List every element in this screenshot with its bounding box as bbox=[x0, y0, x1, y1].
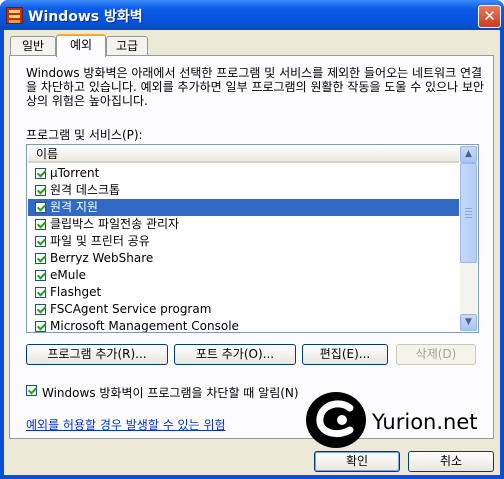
add-port-button[interactable]: 포트 추가(O)... bbox=[174, 344, 296, 365]
vertical-scrollbar[interactable]: ▲ ▼ bbox=[460, 146, 477, 331]
cancel-button[interactable]: 취소 bbox=[408, 451, 494, 472]
list-item[interactable]: 클립박스 파일전송 관리자 bbox=[28, 216, 459, 233]
description-text: Windows 방화벽은 아래에서 선택한 프로그램 및 서비스를 제외한 들어… bbox=[26, 66, 485, 108]
close-button[interactable]: ✕ bbox=[478, 5, 501, 28]
checkbox[interactable] bbox=[35, 185, 46, 196]
firewall-window: Windows 방화벽 ✕ 일반 예외 고급 Windows 방화벽은 아래에서… bbox=[0, 0, 504, 479]
scroll-thumb[interactable] bbox=[460, 163, 477, 263]
watermark-logo bbox=[306, 392, 366, 448]
list-item[interactable]: 파일 및 프린터 공유 bbox=[28, 233, 459, 250]
column-header-name[interactable]: 이름 bbox=[28, 146, 459, 163]
tab-general[interactable]: 일반 bbox=[10, 36, 56, 56]
grip-line bbox=[465, 217, 472, 218]
ok-button[interactable]: 확인 bbox=[314, 451, 400, 472]
checkbox[interactable] bbox=[35, 321, 46, 332]
tab-advanced[interactable]: 고급 bbox=[106, 36, 148, 56]
checkbox[interactable] bbox=[35, 287, 46, 298]
checkbox[interactable] bbox=[35, 202, 46, 213]
notify-checkbox[interactable] bbox=[26, 385, 37, 396]
list-item[interactable]: Microsoft Management Console bbox=[28, 318, 459, 332]
list-item[interactable]: 원격 데스크톱 bbox=[28, 182, 459, 199]
firewall-icon bbox=[6, 7, 23, 24]
notify-label: Windows 방화벽이 프로그램을 차단할 때 알림(N) bbox=[42, 386, 299, 400]
checkbox[interactable] bbox=[35, 253, 46, 264]
checkbox[interactable] bbox=[35, 304, 46, 315]
watermark-text: Yurion.net bbox=[372, 410, 478, 434]
checkbox[interactable] bbox=[35, 168, 46, 179]
checkbox[interactable] bbox=[35, 270, 46, 281]
programs-listbox[interactable]: 이름 µTorrent 원격 데스크톱 원격 지원 클립박스 파일전송 관리자 … bbox=[26, 144, 479, 333]
risk-info-link[interactable]: 예외를 허용할 경우 발생할 수 있는 위험 bbox=[26, 416, 226, 433]
dialog-body: 일반 예외 고급 Windows 방화벽은 아래에서 선택한 프로그램 및 서비… bbox=[4, 30, 500, 475]
checkbox[interactable] bbox=[35, 236, 46, 247]
checkbox[interactable] bbox=[35, 219, 46, 230]
programs-rows: µTorrent 원격 데스크톱 원격 지원 클립박스 파일전송 관리자 파일 … bbox=[28, 165, 459, 332]
window-title: Windows 방화벽 bbox=[28, 9, 143, 25]
programs-list-label: 프로그램 및 서비스(P): bbox=[26, 128, 143, 142]
scroll-down-button[interactable]: ▼ bbox=[460, 314, 477, 331]
chevron-down-icon: ▼ bbox=[465, 317, 472, 327]
delete-button[interactable]: 삭제(D) bbox=[396, 344, 476, 365]
list-item[interactable]: eMule bbox=[28, 267, 459, 284]
edit-button[interactable]: 편집(E)... bbox=[302, 344, 388, 365]
add-program-button[interactable]: 프로그램 추가(R)... bbox=[26, 344, 168, 365]
grip-line bbox=[465, 214, 472, 215]
list-item[interactable]: FSCAgent Service program bbox=[28, 301, 459, 318]
scroll-up-button[interactable]: ▲ bbox=[460, 146, 477, 163]
list-item[interactable]: Flashget bbox=[28, 284, 459, 301]
grip-line bbox=[465, 208, 472, 209]
watermark: Yurion.net bbox=[304, 386, 494, 456]
list-item[interactable]: µTorrent bbox=[28, 165, 459, 182]
chevron-up-icon: ▲ bbox=[465, 149, 472, 159]
list-item[interactable]: Berryz WebShare bbox=[28, 250, 459, 267]
title-bar[interactable]: Windows 방화벽 ✕ bbox=[0, 0, 504, 30]
tab-exceptions[interactable]: 예외 bbox=[56, 34, 106, 57]
close-icon: ✕ bbox=[483, 7, 496, 25]
grip-line bbox=[465, 211, 472, 212]
list-item-selected[interactable]: 원격 지원 bbox=[28, 199, 459, 216]
